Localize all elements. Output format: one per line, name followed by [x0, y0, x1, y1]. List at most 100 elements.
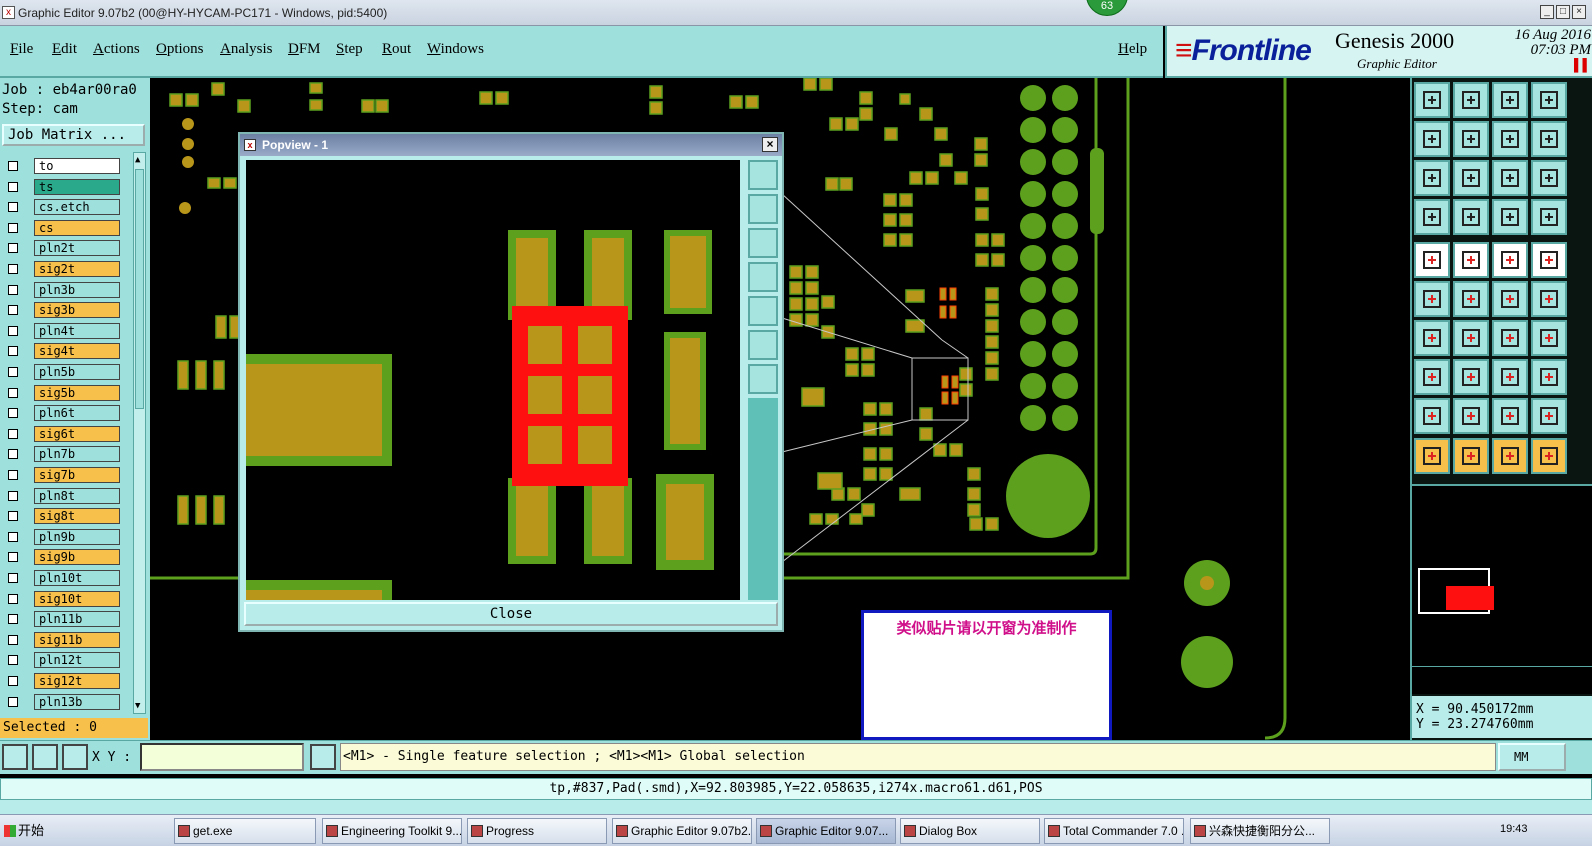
layer-checkbox[interactable] [8, 305, 18, 316]
popview-close-icon[interactable]: × [762, 137, 778, 152]
layer-name[interactable]: pln2t [34, 240, 120, 257]
select-point-icon[interactable] [1414, 242, 1450, 278]
layer-checkbox[interactable] [8, 490, 18, 501]
layer-scrollbar[interactable]: ▲ ▼ [133, 152, 146, 714]
layer-name[interactable]: to [34, 158, 120, 174]
pop-zoom-in-icon[interactable] [748, 330, 778, 360]
add-node-icon[interactable] [1492, 281, 1528, 317]
ratio-icon[interactable] [1492, 160, 1528, 196]
layer-checkbox[interactable] [8, 470, 18, 480]
pointer-icon[interactable] [1414, 438, 1450, 474]
layer-row[interactable]: sig7b [4, 467, 120, 483]
grid-icon[interactable] [62, 744, 88, 770]
start-button[interactable]: 开始 [2, 819, 44, 843]
arrow-line-icon[interactable] [1453, 320, 1489, 356]
layer-row[interactable]: pln2t [4, 240, 120, 257]
warn-3-icon[interactable] [1492, 398, 1528, 434]
menu-windows[interactable]: Windows [427, 41, 484, 58]
layer-grid-icon[interactable] [1492, 199, 1528, 235]
layer-name[interactable]: sig2t [34, 261, 120, 277]
layer-checkbox[interactable] [8, 161, 18, 171]
layer-select-icon[interactable] [1531, 199, 1567, 235]
layer-name[interactable]: pln10t [34, 570, 120, 586]
layer-checkbox[interactable] [8, 325, 18, 336]
layer-checkbox[interactable] [8, 428, 18, 439]
scroll-down-icon[interactable]: ▼ [135, 701, 140, 711]
layer-checkbox[interactable] [8, 284, 18, 295]
layer-checkbox[interactable] [8, 655, 18, 666]
menu-rout[interactable]: Rout [382, 41, 411, 58]
page-nav-icon[interactable] [1492, 121, 1528, 157]
draw-poly-icon[interactable] [1453, 242, 1489, 278]
scroll-thumb[interactable] [135, 169, 144, 409]
pop-pan-left-icon[interactable] [748, 262, 778, 292]
taskbar-item[interactable]: Progress [467, 818, 607, 844]
layer-row[interactable]: pln13b [4, 693, 120, 710]
layer-name[interactable]: pln4t [34, 322, 120, 339]
minimize-button[interactable]: _ [1540, 5, 1554, 19]
snap-icon[interactable] [2, 744, 28, 770]
menu-dfm[interactable]: DFM [288, 41, 321, 58]
layer-name[interactable]: pln9b [34, 528, 120, 545]
layer-name[interactable]: pln12t [34, 652, 120, 669]
pointer-move-icon[interactable] [1492, 438, 1528, 474]
zoom-window-icon[interactable] [1531, 82, 1567, 118]
menu-actions[interactable]: Actions [93, 41, 140, 58]
layer-row[interactable]: sig12t [4, 673, 120, 689]
taskbar-item[interactable]: Graphic Editor 9.07b2... [612, 818, 752, 844]
layer-row[interactable]: pln12t [4, 652, 120, 669]
layer-name[interactable]: pln8t [34, 487, 120, 504]
layer-row[interactable]: pln9b [4, 528, 120, 545]
layer-name[interactable]: pln13b [34, 693, 120, 710]
layer-checkbox[interactable] [8, 181, 18, 192]
layer-name[interactable]: ts [34, 178, 120, 195]
layer-name[interactable]: sig5b [34, 384, 120, 401]
layer-name[interactable]: cs.etch [34, 199, 120, 216]
layer-checkbox[interactable] [8, 511, 18, 522]
maximize-button[interactable]: □ [1556, 5, 1570, 19]
taskbar-item[interactable]: Graphic Editor 9.07... [756, 818, 896, 844]
menu-step[interactable]: Step [336, 41, 363, 58]
layer-row[interactable]: pln6t [4, 405, 120, 422]
menu-help[interactable]: Help [1118, 41, 1147, 58]
cross-icon[interactable] [1453, 281, 1489, 317]
xy-input[interactable] [140, 743, 304, 771]
taskbar-item[interactable]: get.exe [174, 818, 316, 844]
layer-checkbox[interactable] [8, 387, 18, 398]
center-icon[interactable] [1453, 160, 1489, 196]
layer-row[interactable]: sig8t [4, 508, 120, 525]
fit-text-icon[interactable] [1531, 320, 1567, 356]
layer-name[interactable]: sig7b [34, 467, 120, 483]
layer-name[interactable]: pln7b [34, 446, 120, 463]
measure-icon[interactable] [32, 744, 58, 770]
menu-file[interactable]: File [10, 41, 33, 58]
layer-row[interactable]: sig2t [4, 261, 120, 277]
popview-titlebar[interactable]: x Popview - 1 × [240, 134, 782, 156]
layer-row[interactable]: cs.etch [4, 199, 120, 216]
job-matrix-button[interactable]: Job Matrix ... [2, 124, 145, 146]
menu-edit[interactable]: Edit [52, 41, 77, 58]
layer-name[interactable]: sig9b [34, 549, 120, 566]
layer-name[interactable]: sig11b [34, 631, 120, 648]
close-window-button[interactable]: × [1572, 5, 1586, 19]
layer-name[interactable]: pln11b [34, 611, 120, 628]
align-icon[interactable] [1531, 121, 1567, 157]
layer-name[interactable]: sig6t [34, 425, 120, 442]
layer-checkbox[interactable] [8, 552, 18, 563]
overview-map[interactable] [1412, 484, 1592, 694]
layer-name[interactable]: cs [34, 219, 120, 236]
popview-canvas[interactable] [246, 160, 740, 600]
layer-name[interactable]: pln6t [34, 405, 120, 422]
pop-pan-down-icon[interactable] [748, 228, 778, 258]
layer-row[interactable]: pln7b [4, 446, 120, 463]
menu-options[interactable]: Options [156, 41, 204, 58]
layer-name[interactable]: sig10t [34, 590, 120, 607]
menu-analysis[interactable]: Analysis [220, 41, 273, 58]
taskbar-item[interactable]: 兴森快捷衡阳分公... [1190, 818, 1330, 844]
unit-selector[interactable]: MM [1498, 743, 1566, 771]
pop-pan-right-icon[interactable] [748, 296, 778, 326]
layer-checkbox[interactable] [8, 634, 18, 645]
layer-checkbox[interactable] [8, 593, 18, 604]
layer-row[interactable]: pln5b [4, 364, 120, 380]
layer-checkbox[interactable] [8, 243, 18, 254]
